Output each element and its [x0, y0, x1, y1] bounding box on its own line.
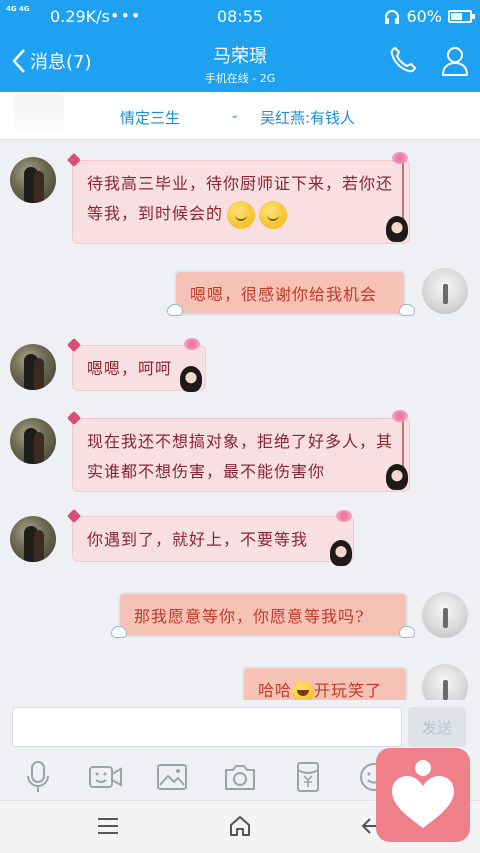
- smile-emoji: [227, 200, 256, 229]
- headset-icon: [385, 9, 400, 24]
- girl-sticker-decoration: [330, 540, 352, 566]
- my-avatar[interactable]: [422, 268, 468, 314]
- battery-percent: 60%: [406, 7, 442, 26]
- microphone-icon[interactable]: [20, 760, 56, 794]
- send-button[interactable]: 发送: [408, 707, 466, 747]
- contact-avatar[interactable]: [10, 516, 56, 562]
- message-text: 嗯嗯，呵呵: [87, 359, 173, 378]
- video-icon[interactable]: [88, 760, 124, 794]
- pinned-separator: -: [232, 107, 238, 125]
- pinned-thumbnail: [14, 94, 64, 134]
- contact-avatar[interactable]: [10, 157, 56, 203]
- pinned-banner[interactable]: 情定三生 - 吴红燕:有钱人: [0, 92, 480, 140]
- message-text: 现在我还不想搞对象，拒绝了好多人，其实谁都不想伤害，最不能伤害你: [87, 432, 394, 481]
- incoming-message[interactable]: 现在我还不想搞对象，拒绝了好多人，其实谁都不想伤害，最不能伤害你: [72, 418, 410, 492]
- heart-app-icon: [392, 760, 454, 828]
- status-bar: 4G 4G 0.29K/s ••• 08:55 60%: [0, 0, 480, 34]
- phone-icon[interactable]: [388, 45, 418, 75]
- pinned-left-text: 情定三生: [120, 109, 181, 127]
- outgoing-message[interactable]: 那我愿意等你，你愿意等我吗?: [118, 592, 408, 638]
- message-text-before: 哈哈: [258, 681, 293, 700]
- heart-app-button[interactable]: [376, 748, 470, 842]
- compose-bar: 发送: [0, 700, 480, 754]
- red-packet-icon[interactable]: [290, 760, 326, 794]
- incoming-message[interactable]: 待我高三毕业，待你厨师证下来，若你还等我，到时候会的: [72, 160, 410, 244]
- flower-decoration: [392, 410, 408, 422]
- flower-decoration: [392, 152, 408, 164]
- pinned-right-text: 吴红燕:有钱人: [260, 109, 356, 127]
- flower-decoration: [336, 510, 352, 522]
- camera-icon[interactable]: [222, 760, 258, 794]
- chat-header: 消息(7) 马荣璟 手机在线 - 2G: [0, 34, 480, 92]
- smile-emoji: [259, 200, 288, 229]
- message-text: 你遇到了，就好上，不要等我: [87, 530, 309, 549]
- battery-icon: [448, 10, 475, 23]
- message-text: 嗯嗯，很感谢你给我机会: [190, 285, 378, 304]
- bunny-decoration: [399, 304, 415, 316]
- bunny-decoration: [399, 626, 415, 638]
- image-icon[interactable]: [154, 760, 190, 794]
- person-icon[interactable]: [440, 45, 470, 77]
- girl-sticker-decoration: [180, 366, 202, 392]
- flower-decoration: [184, 338, 200, 350]
- contact-avatar[interactable]: [10, 418, 56, 464]
- contact-avatar[interactable]: [10, 344, 56, 390]
- menu-icon[interactable]: [96, 814, 120, 838]
- message-text: 那我愿意等你，你愿意等我吗?: [134, 607, 365, 626]
- bunny-decoration: [111, 626, 127, 638]
- outgoing-message[interactable]: 嗯嗯，很感谢你给我机会: [174, 270, 406, 316]
- incoming-message[interactable]: 你遇到了，就好上，不要等我: [72, 516, 354, 562]
- message-input[interactable]: [12, 707, 402, 747]
- my-avatar[interactable]: [422, 592, 468, 638]
- girl-sticker-decoration: [386, 216, 408, 242]
- girl-sticker-decoration: [386, 464, 408, 490]
- bunny-decoration: [167, 304, 183, 316]
- message-text-after: 开玩笑了: [314, 681, 383, 700]
- battery-fill: [451, 13, 462, 20]
- home-icon[interactable]: [228, 814, 252, 838]
